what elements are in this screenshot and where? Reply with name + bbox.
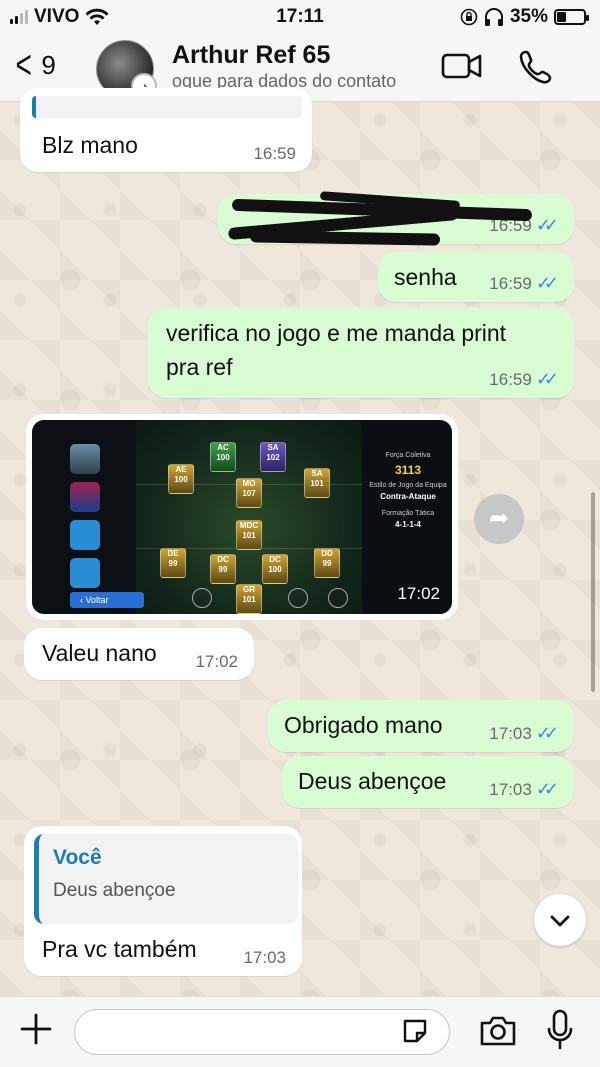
message-time: 17:03 — [243, 948, 286, 967]
player-card: AC 100 — [210, 442, 236, 472]
manager-tile — [70, 444, 100, 474]
kit-tile — [70, 558, 100, 588]
message-text-line2: pra ref — [166, 354, 233, 380]
camera-icon[interactable] — [478, 1013, 518, 1049]
back-button[interactable]: < 9 — [12, 43, 56, 87]
phone-icon[interactable] — [516, 48, 560, 84]
reply-author: Você — [53, 846, 102, 869]
headphones-icon — [484, 8, 503, 26]
message-time: 17:02 — [397, 584, 440, 603]
message-time: 16:59 — [253, 144, 296, 163]
read-ticks-icon: ✓✓ — [535, 723, 559, 743]
player-card: GR 101 — [236, 584, 262, 614]
message-text-line1: verifica no jogo e me manda print — [166, 320, 507, 346]
message-text: Deus abençoe — [298, 768, 447, 794]
club-crest-tile — [70, 482, 100, 512]
message-time: 16:59 — [489, 273, 532, 293]
forward-icon[interactable]: ➦ — [474, 494, 524, 544]
status-bar: VIVO 17:11 35% — [0, 0, 600, 34]
player-card: MDC 101 — [236, 520, 262, 550]
message-outgoing[interactable]: verifica no jogo e me manda print pra re… — [148, 308, 574, 398]
battery-percent: 35% — [509, 6, 548, 27]
message-outgoing[interactable]: senha 16:59 ✓✓ — [378, 252, 574, 302]
message-incoming-reply[interactable]: Você Deus abençoe Pra vc também 17:03 — [24, 826, 302, 976]
back-icon: < — [15, 43, 32, 87]
lock-rotation-icon — [460, 8, 478, 26]
back-game-button: ‹ Voltar — [70, 592, 144, 608]
player-card: MO 107 — [236, 478, 262, 508]
quoted-message — [32, 96, 302, 118]
contact-name[interactable]: Arthur Ref 65 — [172, 41, 330, 70]
player-card: DD 99 — [314, 548, 340, 578]
message-text: Pra vc também — [42, 936, 197, 962]
message-outgoing[interactable]: Deus abençoe 17:03 ✓✓ — [282, 756, 574, 808]
read-ticks-icon: ✓✓ — [535, 369, 559, 389]
message-time: 17:02 — [195, 652, 238, 671]
sticker-icon[interactable] — [400, 1016, 430, 1046]
read-ticks-icon: ✓✓ — [535, 273, 559, 293]
kit-tile — [70, 520, 100, 550]
scroll-down-button[interactable] — [534, 894, 586, 946]
message-incoming[interactable]: Valeu nano 17:02 — [24, 628, 254, 680]
profile-icon — [288, 588, 308, 608]
battery-icon — [554, 9, 589, 25]
player-card: SA 102 — [260, 442, 286, 472]
message-text: Obrigado mano — [284, 712, 443, 738]
scroll-down-icon — [550, 915, 570, 927]
message-text: Valeu nano — [42, 640, 157, 666]
message-time: 16:59 — [489, 369, 532, 389]
message-outgoing[interactable]: Obrigado mano 17:03 ✓✓ — [268, 700, 574, 752]
read-ticks-icon: ✓✓ — [535, 779, 559, 799]
player-card: SA 101 — [304, 468, 330, 498]
video-call-icon[interactable] — [440, 48, 484, 84]
composer-bar — [0, 996, 600, 1067]
unread-count: 9 — [41, 49, 56, 80]
mic-icon[interactable] — [546, 1009, 574, 1051]
reply-text: Deus abençoe — [53, 880, 176, 901]
player-card: AE 100 — [168, 464, 194, 494]
team-stats-panel: Força Coletiva 3113 Estilo de Jogo da Eq… — [369, 452, 447, 529]
move-icon — [192, 588, 212, 608]
player-card: DC 99 — [210, 554, 236, 584]
message-time: 17:03 — [489, 723, 532, 743]
scrollbar[interactable] — [591, 492, 595, 692]
player-card: DC 100 — [262, 554, 288, 584]
read-ticks-icon: ✓✓ — [535, 215, 559, 235]
camera-game-icon — [328, 588, 348, 608]
game-screenshot[interactable]: ‹ Voltar AC 100 SA 102 AE 100 MO 107 SA 101 M… — [32, 420, 452, 614]
quoted-message[interactable]: Você Deus abençoe — [34, 834, 298, 924]
message-input[interactable] — [74, 1009, 450, 1055]
message-incoming[interactable]: Blz mano 16:59 — [20, 88, 312, 172]
message-time: 17:03 — [489, 779, 532, 799]
message-text: Blz mano — [42, 132, 138, 158]
player-card: DE 99 — [160, 548, 186, 578]
message-incoming-image[interactable]: ‹ Voltar AC 100 SA 102 AE 100 MO 107 SA 101 M… — [26, 414, 458, 620]
message-text: senha — [394, 264, 457, 290]
plus-icon[interactable] — [18, 1011, 54, 1047]
